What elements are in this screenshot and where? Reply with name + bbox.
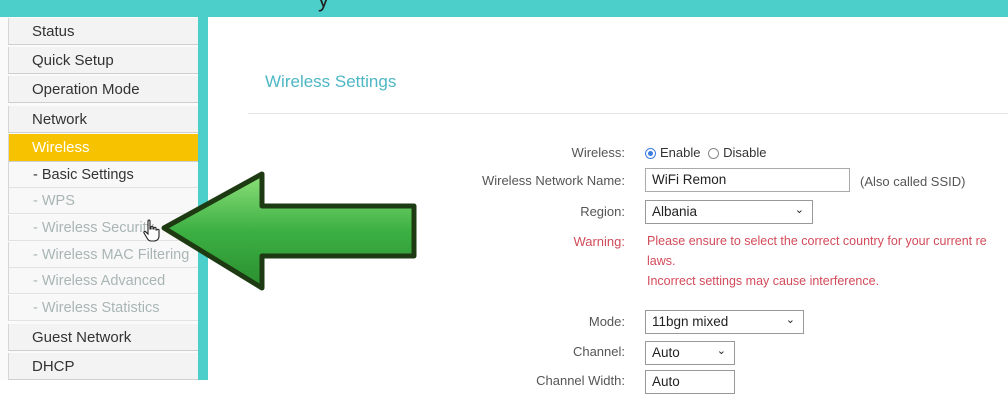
channel-select[interactable]: Auto ⌄ <box>645 341 735 365</box>
chevron-down-icon: ⌄ <box>785 314 795 326</box>
warning-line-2: laws. <box>647 254 676 268</box>
wireless-label: Wireless: <box>571 145 625 160</box>
sidebar-item-network[interactable]: Network <box>8 106 198 133</box>
channel-label: Channel: <box>572 344 625 359</box>
sidebar-item-status[interactable]: Status <box>8 18 198 45</box>
sidebar-item-operation-mode[interactable]: Operation Mode <box>8 76 198 103</box>
chevron-down-icon: ⌄ <box>794 204 804 216</box>
wireless-radio-group: Enable Disable <box>645 145 766 160</box>
top-fragment-text: y <box>318 0 329 13</box>
disable-radio[interactable] <box>708 148 720 159</box>
mode-select-value: 11bgn mixed <box>652 314 729 329</box>
mode-label: Mode: <box>588 314 625 329</box>
enable-radio[interactable] <box>645 148 656 159</box>
network-name-input[interactable]: WiFi Remon <box>645 168 850 192</box>
region-label: Region: <box>580 204 625 219</box>
region-select-value: Albania <box>652 204 698 219</box>
warning-label: Warning: <box>573 234 625 249</box>
title-divider <box>248 113 1008 114</box>
region-select[interactable]: Albania ⌄ <box>645 200 813 224</box>
enable-label: Enable <box>660 145 701 160</box>
channel-width-label: Channel Width: <box>536 373 625 388</box>
top-bar: y <box>0 0 1008 17</box>
green-arrow-icon <box>161 171 417 291</box>
channel-width-select-value: Auto <box>652 374 680 389</box>
warning-line-3: Incorrect settings may cause interferenc… <box>647 274 880 288</box>
disable-label: Disable <box>723 145 767 160</box>
network-name-label: Wireless Network Name: <box>481 173 625 188</box>
mode-select[interactable]: 11bgn mixed ⌄ <box>645 310 804 334</box>
sidebar-item-quick-setup[interactable]: Quick Setup <box>8 47 198 74</box>
ssid-hint: (Also called SSID) <box>860 174 966 189</box>
channel-select-value: Auto <box>652 345 680 360</box>
page-title: Wireless Settings <box>265 72 397 91</box>
warning-line-1: Please ensure to select the correct coun… <box>647 234 987 248</box>
sidebar-item-dhcp[interactable]: DHCP <box>8 353 198 380</box>
chevron-down-icon: ⌄ <box>716 345 726 357</box>
sidebar-item-wireless[interactable]: Wireless <box>8 134 198 162</box>
sidebar-item-guest-network[interactable]: Guest Network <box>8 324 198 351</box>
hand-cursor-icon <box>143 219 160 242</box>
channel-width-select[interactable]: Auto <box>645 370 735 394</box>
